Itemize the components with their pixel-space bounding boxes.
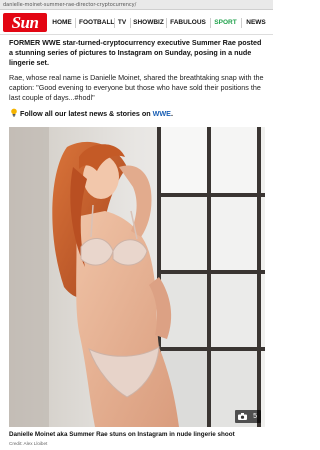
nav-item-showbiz[interactable]: SHOWBIZ — [133, 11, 164, 35]
nav-divider — [210, 18, 211, 28]
nav-item-football[interactable]: FOOTBALL — [79, 11, 114, 35]
follow-tail: . — [170, 109, 173, 118]
follow-text: Follow all our latest news & stories on — [20, 109, 153, 118]
nav-divider — [75, 18, 76, 28]
nav-divider — [166, 18, 167, 28]
nav-divider — [130, 18, 131, 28]
nav-item-news[interactable]: NEWS — [244, 11, 268, 35]
wwe-link[interactable]: WWE — [153, 109, 171, 118]
logo-text: Sun — [11, 13, 39, 32]
nav-divider — [114, 18, 115, 28]
photo-credit: Credit: Alex Lloibet — [9, 441, 48, 446]
nav-item-sport[interactable]: SPORT — [213, 11, 238, 35]
photo-illustration — [9, 127, 265, 427]
photo-caption: Danielle Moinet aka Summer Rae stuns on … — [9, 431, 235, 438]
address-bar[interactable]: danielle-moinet-summer-rae-director-cryp… — [0, 0, 273, 10]
camera-icon — [238, 413, 247, 420]
article-lede: FORMER WWE star-turned-cryptocurrency ex… — [9, 38, 262, 67]
nav-item-fabulous[interactable]: FABULOUS — [169, 11, 207, 35]
top-nav: Sun HOME FOOTBALL TV SHOWBIZ FABULOUS SP… — [0, 11, 273, 35]
lightbulb-icon — [9, 108, 18, 120]
url-text: danielle-moinet-summer-rae-director-cryp… — [3, 2, 137, 8]
follow-promo: Follow all our latest news & stories on … — [9, 108, 267, 120]
article-body: Rae, whose real name is Danielle Moinet,… — [9, 73, 264, 102]
nav-item-tv[interactable]: TV — [117, 11, 127, 35]
gallery-counter[interactable]: 5 — [235, 410, 261, 423]
nav-item-home[interactable]: HOME — [51, 11, 73, 35]
sun-logo[interactable]: Sun — [3, 13, 47, 32]
nav-divider — [241, 18, 242, 28]
gallery-count: 5 — [253, 413, 257, 420]
article-photo[interactable]: 5 — [9, 127, 265, 427]
